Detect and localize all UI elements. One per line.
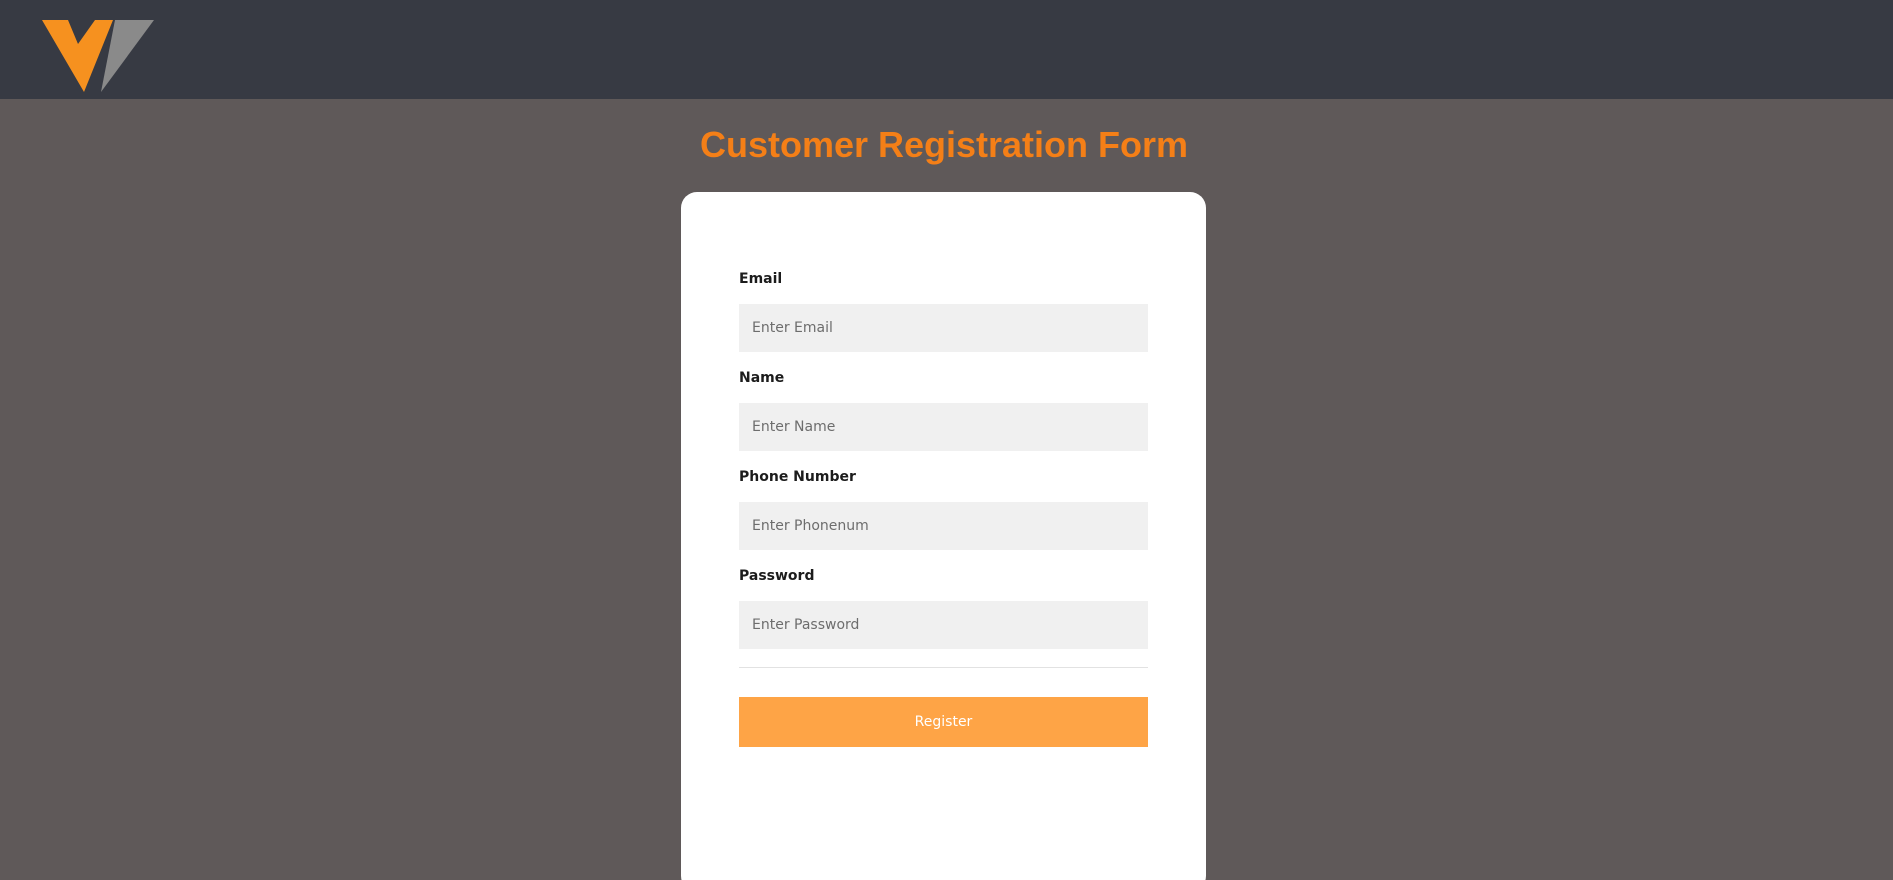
page-title: Customer Registration Form [699,124,1189,165]
name-field[interactable] [739,403,1148,451]
password-label: Password [739,568,815,584]
email-field[interactable] [739,304,1148,352]
brand-logo-v-icon [42,20,154,92]
password-field[interactable] [739,601,1148,649]
name-label: Name [739,370,785,386]
brand-logo[interactable] [42,20,154,94]
top-nav-bar [0,0,1893,99]
registration-card: Email Name Phone Number Password Registe… [681,192,1206,880]
phone-number-field[interactable] [739,502,1148,550]
phone-number-label: Phone Number [739,469,856,485]
email-label: Email [739,271,783,287]
form-divider [739,667,1148,668]
register-button[interactable]: Register [739,697,1148,747]
registration-form: Email Name Phone Number Password Registe… [739,268,1148,747]
